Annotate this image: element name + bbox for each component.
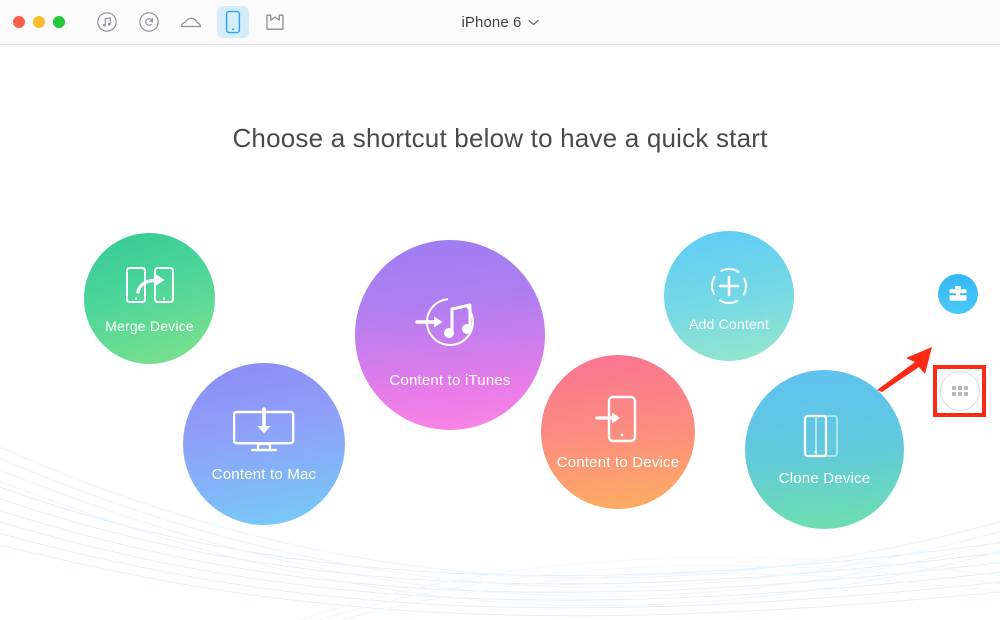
clone-device-icon — [797, 412, 853, 462]
restore-icon — [139, 12, 159, 32]
device-name: iPhone 6 — [461, 14, 522, 31]
apps-grid-circle — [939, 371, 980, 411]
shortcut-add-content[interactable]: Add Content — [664, 231, 794, 361]
device-selector[interactable]: iPhone 6 — [461, 14, 539, 31]
minimize-button[interactable] — [33, 16, 45, 28]
zoom-button[interactable] — [53, 16, 65, 28]
apps-grid-icon — [951, 386, 968, 396]
content-to-itunes-icon — [407, 282, 493, 362]
shortcut-content-to-mac[interactable]: Content to Mac — [183, 363, 345, 525]
toolbar-music-button[interactable] — [91, 6, 123, 38]
shortcut-label: Add Content — [688, 315, 770, 332]
content-to-device-icon — [593, 393, 643, 447]
toolbar-cloud-button[interactable] — [175, 6, 207, 38]
toolbox-button[interactable] — [938, 274, 978, 314]
merge-device-icon — [124, 264, 176, 312]
add-content-icon — [704, 261, 754, 311]
shortcut-clone-device[interactable]: Clone Device — [745, 370, 904, 529]
shortcut-label: Content to Device — [556, 454, 680, 471]
toolbar-restore-button[interactable] — [133, 6, 165, 38]
traffic-light-group — [13, 16, 65, 28]
shortcut-label: Content to iTunes — [389, 371, 511, 389]
toolbox-icon — [949, 286, 967, 301]
red-arrow-annotation — [877, 347, 932, 392]
content-to-mac-icon — [233, 406, 295, 458]
toolbar-toolkit-button[interactable] — [259, 6, 291, 38]
device-icon — [225, 10, 241, 34]
shortcut-label: Clone Device — [778, 470, 871, 487]
apps-grid-button[interactable] — [937, 369, 982, 413]
shortcut-content-to-itunes[interactable]: Content to iTunes — [355, 240, 545, 430]
close-button[interactable] — [13, 16, 25, 28]
toolbar-device-button[interactable] — [217, 6, 249, 38]
title-bar: iPhone 6 — [0, 0, 1000, 45]
cloud-icon — [180, 17, 202, 28]
toolkit-icon — [266, 14, 284, 30]
main-content: Choose a shortcut below to have a quick … — [0, 45, 1000, 620]
apps-grid-highlight — [933, 365, 986, 417]
shortcut-label: Content to Mac — [211, 465, 317, 483]
shortcut-content-to-device[interactable]: Content to Device — [541, 355, 695, 509]
app-window: iPhone 6 Choose a shortcut below to have… — [0, 0, 1000, 620]
shortcut-merge-device[interactable]: Merge Device — [84, 233, 215, 364]
shortcut-label: Merge Device — [105, 317, 194, 334]
page-title: Choose a shortcut below to have a quick … — [232, 123, 768, 153]
toolbar-icon-group — [91, 6, 291, 38]
chevron-down-icon — [527, 19, 539, 26]
music-icon — [97, 12, 117, 32]
